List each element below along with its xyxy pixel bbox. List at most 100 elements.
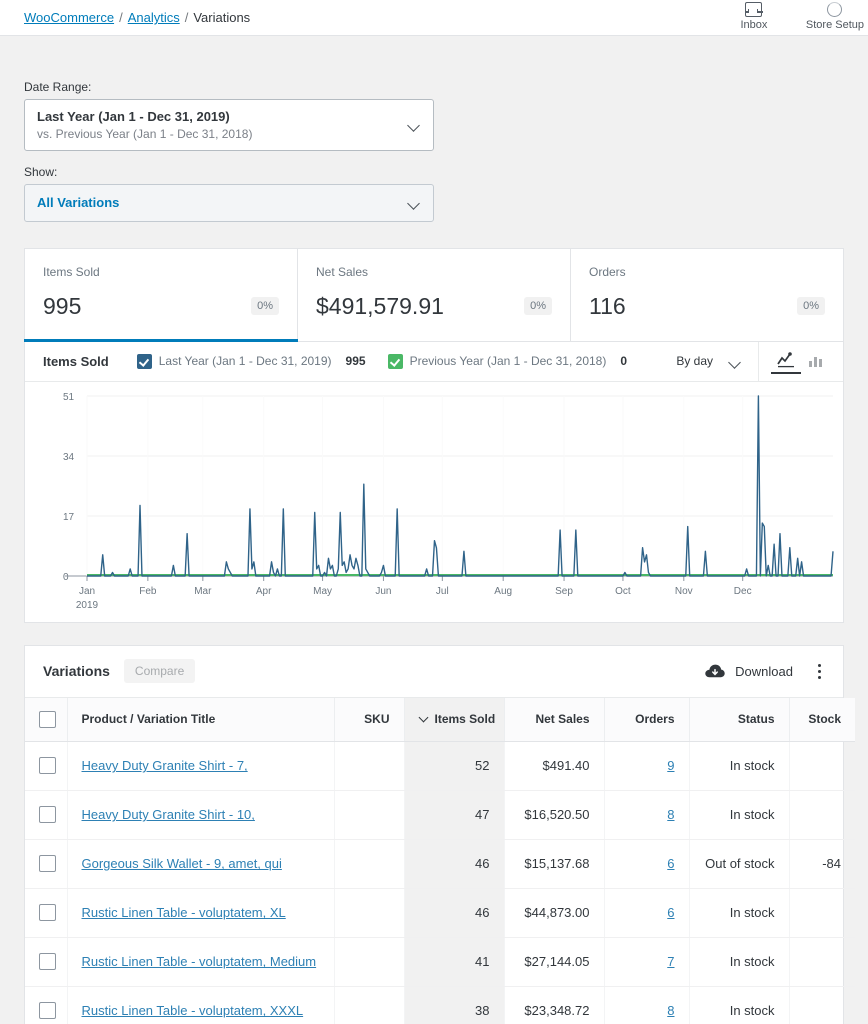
chart-legend-item-current[interactable]: Last Year (Jan 1 - Dec 31, 2019) 995 xyxy=(136,353,366,369)
orders-count-link[interactable]: 7 xyxy=(667,954,674,969)
bar-chart-icon[interactable] xyxy=(801,348,831,374)
product-variation-link[interactable]: Heavy Duty Granite Shirt - 7, xyxy=(82,758,248,773)
orders-count-link[interactable]: 6 xyxy=(667,856,674,871)
summary-card-net-sales[interactable]: Net Sales $491,579.91 0% xyxy=(298,248,571,341)
orders-count-link[interactable]: 9 xyxy=(667,758,674,773)
select-all-header-cell xyxy=(25,697,68,742)
chart-card: Items Sold Last Year (Jan 1 - Dec 31, 20… xyxy=(24,341,844,623)
svg-text:Dec: Dec xyxy=(734,586,752,597)
product-variation-link[interactable]: Heavy Duty Granite Shirt - 10, xyxy=(82,807,255,822)
svg-text:2019: 2019 xyxy=(76,600,99,611)
row-checkbox[interactable] xyxy=(39,806,56,824)
orders-count-link[interactable]: 8 xyxy=(667,807,674,822)
svg-text:51: 51 xyxy=(63,392,75,403)
row-checkbox[interactable] xyxy=(39,855,56,873)
svg-text:Sep: Sep xyxy=(555,586,573,597)
column-header-items-sold[interactable]: Items Sold xyxy=(404,697,505,742)
cell-stock xyxy=(789,937,855,987)
line-chart-icon[interactable] xyxy=(771,348,801,375)
svg-text:Nov: Nov xyxy=(675,586,693,597)
show-selected-value: All Variations xyxy=(37,194,120,210)
cell-product-title: Gorgeous Silk Wallet - 9, amet, qui xyxy=(67,839,335,889)
product-variation-link[interactable]: Rustic Linen Table - voluptatem, XXXL xyxy=(82,1003,304,1018)
checkbox-checked-icon[interactable] xyxy=(136,353,152,369)
chart-legend-total: 995 xyxy=(345,354,366,369)
breadcrumb-link-woocommerce[interactable]: WooCommerce xyxy=(24,10,114,25)
select-all-checkbox[interactable] xyxy=(39,710,56,728)
column-header-net-sales[interactable]: Net Sales xyxy=(504,697,605,742)
store-setup-button[interactable]: Store Setup xyxy=(806,0,864,31)
variations-table-card: Variations Compare Download Product / Va… xyxy=(24,644,855,1024)
breadcrumb-link-analytics[interactable]: Analytics xyxy=(128,10,180,25)
show-label: Show: xyxy=(24,164,58,179)
chart-legend-label: Previous Year (Jan 1 - Dec 31, 2018) xyxy=(409,354,607,369)
show-select[interactable]: All Variations xyxy=(24,183,434,222)
chart-type-toggle-group xyxy=(758,341,843,381)
orders-count-link[interactable]: 8 xyxy=(667,1003,674,1018)
row-checkbox[interactable] xyxy=(39,953,56,971)
date-range-primary-value: Last Year (Jan 1 - Dec 31, 2019) xyxy=(37,109,230,124)
svg-text:Jul: Jul xyxy=(436,586,449,597)
row-checkbox[interactable] xyxy=(39,904,56,922)
product-variation-link[interactable]: Gorgeous Silk Wallet - 9, amet, qui xyxy=(82,856,282,871)
column-header-stock[interactable]: Stock xyxy=(789,697,855,742)
cell-items-sold: 46 xyxy=(404,839,505,889)
breadcrumb: WooCommerce / Analytics / Variations xyxy=(0,10,250,25)
cell-items-sold: 38 xyxy=(404,986,505,1024)
row-select-cell xyxy=(25,741,68,791)
date-range-select[interactable]: Last Year (Jan 1 - Dec 31, 2019) vs. Pre… xyxy=(24,99,434,151)
cell-product-title: Heavy Duty Granite Shirt - 10, xyxy=(67,790,335,840)
cell-stock xyxy=(789,741,855,791)
table-header-row: Product / Variation Title SKU Items Sold… xyxy=(25,697,855,742)
table-row: Gorgeous Silk Wallet - 9, amet, qui 46 $15… xyxy=(25,839,855,889)
table-title: Variations xyxy=(43,663,110,680)
row-checkbox[interactable] xyxy=(39,757,56,775)
download-button[interactable]: Download xyxy=(704,663,793,679)
chart-interval-select[interactable]: By day xyxy=(676,354,758,368)
date-range-label: Date Range: xyxy=(24,80,92,94)
kebab-menu-icon[interactable] xyxy=(809,660,829,682)
orders-count-link[interactable]: 6 xyxy=(667,905,674,920)
cell-product-title: Heavy Duty Granite Shirt - 7, xyxy=(67,741,335,791)
cell-stock xyxy=(789,790,855,840)
cell-stock xyxy=(789,986,855,1024)
summary-card-delta-badge: 0% xyxy=(251,297,279,316)
cell-orders: 6 xyxy=(604,839,690,889)
table-row: Heavy Duty Granite Shirt - 7, 52 $491.40 9 I… xyxy=(25,741,855,791)
summary-card-orders[interactable]: Orders 116 0% xyxy=(571,249,843,341)
store-setup-label: Store Setup xyxy=(805,19,864,31)
cell-items-sold: 52 xyxy=(404,741,505,791)
summary-card-value: $491,579.91 xyxy=(316,292,444,319)
cell-sku xyxy=(334,888,405,938)
compare-button[interactable]: Compare xyxy=(123,659,196,684)
column-header-product-title[interactable]: Product / Variation Title xyxy=(67,697,335,742)
table-header: Variations Compare Download xyxy=(25,646,843,698)
svg-text:Jun: Jun xyxy=(375,586,391,597)
cell-orders: 8 xyxy=(604,790,690,840)
column-header-sku[interactable]: SKU xyxy=(334,697,405,742)
svg-text:Apr: Apr xyxy=(256,586,272,597)
table-row: Rustic Linen Table - voluptatem, XXXL 38 $… xyxy=(25,986,855,1024)
checkbox-checked-icon[interactable] xyxy=(387,353,403,369)
chart-title: Items Sold xyxy=(43,353,109,369)
svg-text:Feb: Feb xyxy=(139,586,157,597)
breadcrumb-current-variations: Variations xyxy=(193,10,251,25)
summary-card-value: 116 xyxy=(589,292,626,319)
table-body: Heavy Duty Granite Shirt - 7, 52 $491.40 9 I… xyxy=(25,741,855,1024)
row-checkbox[interactable] xyxy=(39,1002,56,1020)
cell-stock: -84 xyxy=(789,839,855,889)
chart-legend-item-previous[interactable]: Previous Year (Jan 1 - Dec 31, 2018) 0 xyxy=(387,353,627,369)
product-variation-link[interactable]: Rustic Linen Table - voluptatem, XL xyxy=(82,905,286,920)
table-row: Heavy Duty Granite Shirt - 10, 47 $16,520.… xyxy=(25,790,855,840)
cell-net-sales: $23,348.72 xyxy=(504,986,605,1024)
svg-text:Oct: Oct xyxy=(615,586,631,597)
summary-card-items-sold[interactable]: Items Sold 995 0% xyxy=(24,248,298,342)
svg-text:17: 17 xyxy=(63,512,75,523)
inbox-button[interactable]: Inbox xyxy=(728,0,780,31)
product-variation-link[interactable]: Rustic Linen Table - voluptatem, Medium xyxy=(82,954,317,969)
column-header-status[interactable]: Status xyxy=(689,697,790,742)
cell-items-sold: 46 xyxy=(404,888,505,938)
column-header-orders[interactable]: Orders xyxy=(604,697,690,742)
items-sold-line-chart: 0 17 34 51 Jan 2019 Feb Mar Apr May Jun Jul Aug Sep Oc… xyxy=(63,392,834,611)
chevron-down-icon xyxy=(419,713,430,724)
